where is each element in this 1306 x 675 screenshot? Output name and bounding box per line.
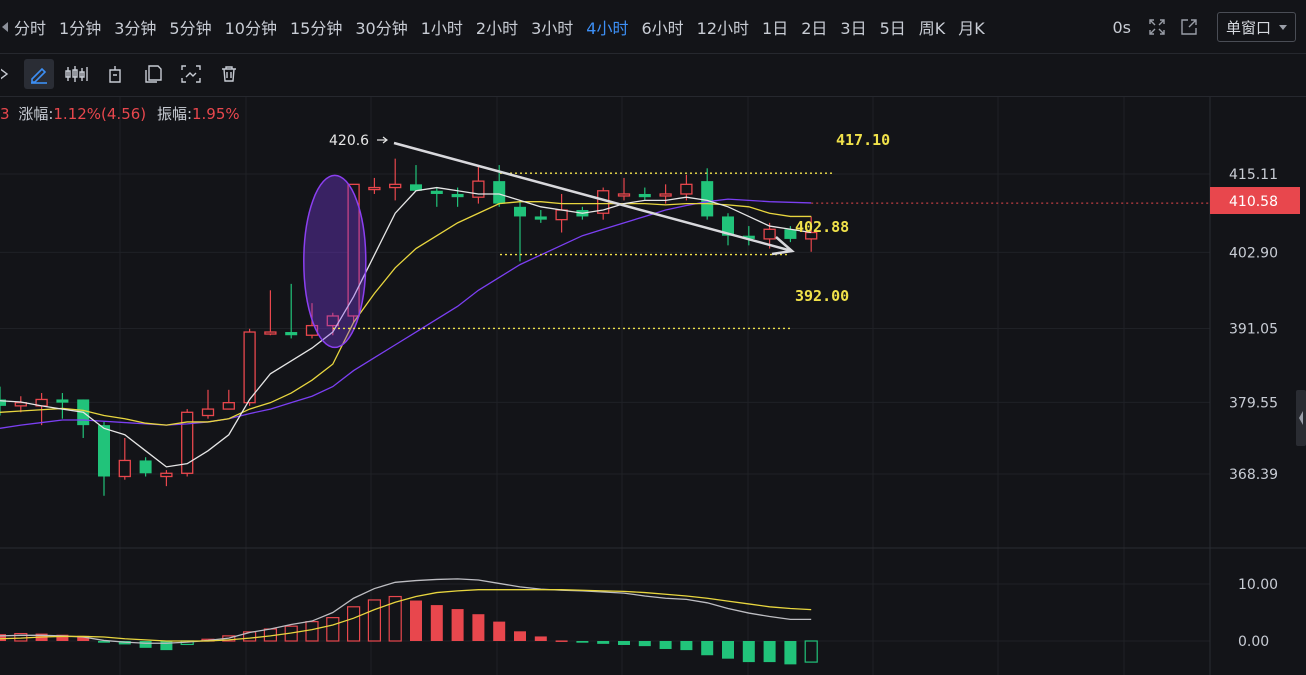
macd-histogram-bar (742, 641, 755, 663)
macd-histogram-bar (367, 599, 381, 642)
candle-body (118, 459, 131, 478)
candle-body (201, 408, 215, 417)
price-tick-label: 415.11 (1229, 167, 1278, 183)
macd-histogram-bar (659, 641, 672, 649)
ma5-line (0, 186, 812, 468)
price-tick-label: 368.39 (1229, 467, 1278, 483)
macd-histogram-bar (576, 641, 589, 643)
macd-histogram-bar (305, 621, 319, 642)
peak-price-label: 420.6 (329, 133, 369, 149)
ma10-line (0, 201, 812, 426)
candle-body (638, 193, 651, 198)
ma30-line (0, 198, 812, 429)
macd-tick-label: 10.00 (1238, 577, 1278, 593)
macd-histogram-bar (160, 641, 173, 651)
price-tick-label: 402.90 (1229, 245, 1278, 261)
candle-body (763, 228, 776, 240)
candlestick-chart[interactable]: 420.6 417.10 402.88 392.00 415.11 402.90 391.0… (0, 0, 1306, 675)
candle-body (472, 180, 485, 198)
macd-histogram-bar (347, 606, 361, 642)
candle-body (285, 332, 298, 336)
candle-body (617, 193, 631, 197)
macd-histogram-bar (784, 641, 797, 665)
macd-histogram-bar (430, 605, 443, 641)
price-tick-label: 379.55 (1229, 395, 1278, 411)
candle-body (555, 209, 568, 221)
macd-histogram-bar (722, 641, 734, 659)
macd-histogram-bar (804, 640, 818, 663)
candle-body (430, 190, 443, 194)
macd-histogram-bar (514, 631, 526, 641)
candle-body (160, 472, 173, 478)
macd-histogram-bar (597, 641, 610, 644)
macd-histogram-bar (472, 614, 485, 641)
macd-histogram-bar (618, 641, 630, 645)
macd-histogram-bar (410, 600, 422, 641)
candle-body (139, 460, 152, 474)
macd-dif-line (0, 578, 812, 644)
candle-body (514, 206, 526, 217)
macd-histogram-bar (680, 641, 693, 651)
annotations: 420.6 417.10 402.88 392.00 (303, 131, 890, 349)
candle-body (701, 181, 714, 217)
candle-body (534, 216, 547, 220)
candle-body (389, 183, 402, 189)
breakout-highlight-ellipse (303, 174, 367, 349)
candle-body (659, 193, 672, 197)
macd-histogram-bar (638, 641, 651, 647)
candle-body (680, 183, 693, 195)
macd-histogram-bar (555, 640, 568, 642)
macd-histogram-bar (493, 621, 506, 641)
candle-body (451, 193, 464, 198)
candle-body (243, 331, 256, 404)
macd-histogram-bar (451, 609, 464, 641)
grid-lines (0, 97, 1210, 675)
support-label: 392.00 (795, 287, 849, 305)
price-tick-label: 391.05 (1229, 321, 1278, 337)
current-price-label: 410.58 (1229, 194, 1278, 210)
candle-body (222, 402, 235, 410)
candle-body (98, 425, 110, 477)
macd-histogram-bar (534, 636, 547, 641)
candle-body (56, 399, 69, 403)
candle-body (493, 181, 506, 204)
candle-body (264, 331, 277, 335)
macd-histogram-bar (701, 641, 714, 656)
candle-body (368, 186, 381, 191)
macd-histogram-bar (763, 641, 776, 663)
resistance-label: 417.10 (836, 131, 890, 149)
macd-dea-line (0, 589, 812, 642)
macd-histogram-bar (139, 641, 152, 648)
mid-label: 402.88 (795, 218, 849, 236)
price-axis: 415.11 402.90 391.05 379.55 368.39 410.58 (811, 167, 1300, 483)
macd-histogram-bar (326, 617, 340, 642)
macd-tick-label: 0.00 (1238, 634, 1269, 650)
candles (0, 158, 818, 496)
macd-panel: 10.00 0.00 (0, 577, 1278, 665)
